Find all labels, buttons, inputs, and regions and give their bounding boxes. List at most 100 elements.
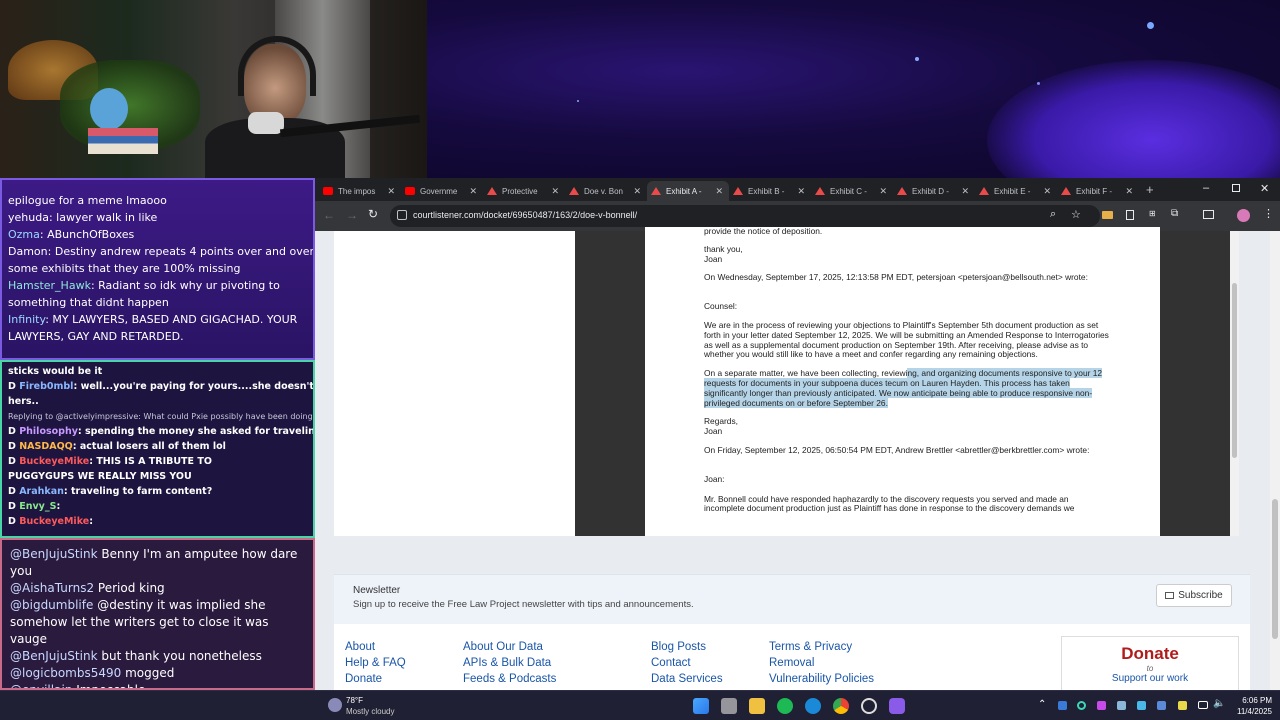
close-tab-icon[interactable]: ✕ [961, 186, 969, 197]
browser-tab[interactable]: Doe v. Bon ✕ [565, 181, 647, 201]
footer-link-help[interactable]: Help & FAQ [345, 657, 406, 669]
subscribe-button[interactable]: Subscribe [1156, 584, 1232, 607]
spotify-icon[interactable] [777, 698, 793, 714]
close-tab-icon[interactable]: ✕ [715, 186, 723, 197]
edge-icon[interactable] [805, 698, 821, 714]
page-scrollbar[interactable] [1270, 231, 1280, 690]
puzzle-icon[interactable]: ⧉ [1171, 208, 1178, 219]
profile-avatar[interactable] [1237, 209, 1250, 222]
close-tab-icon[interactable]: ✕ [1043, 186, 1051, 197]
tray-chevron-icon[interactable]: ⌃ [1038, 699, 1046, 710]
browser-tab[interactable]: Exhibit B - ✕ [729, 181, 811, 201]
sidepanel-icon[interactable] [1203, 210, 1214, 219]
browser-tab[interactable]: Exhibit C - ✕ [811, 181, 893, 201]
donate-title[interactable]: Donate [1062, 644, 1238, 664]
donate-box[interactable]: Donate to Support our work [1061, 636, 1239, 690]
chat-username[interactable]: Arahkan [19, 486, 64, 497]
close-tab-icon[interactable]: ✕ [551, 186, 559, 197]
back-icon[interactable]: ← [323, 208, 335, 222]
zoom-icon[interactable]: ⌕ [1050, 208, 1056, 221]
chat-username[interactable]: Envy_S [19, 501, 56, 512]
scrollbar-thumb[interactable] [1272, 499, 1278, 639]
footer-link-data-services[interactable]: Data Services [651, 673, 723, 685]
site-info-icon[interactable] [397, 210, 407, 220]
tray-icon[interactable] [1137, 701, 1146, 710]
network-icon[interactable] [1198, 701, 1208, 709]
pdf-scrollbar[interactable] [1230, 231, 1239, 536]
start-button-icon[interactable] [693, 698, 709, 714]
volume-icon[interactable]: 🔈 [1213, 698, 1225, 709]
address-bar[interactable]: courtlistener.com/docket/69650487/163/2/… [390, 205, 1100, 227]
browser-tab[interactable]: Exhibit D - ✕ [893, 181, 975, 201]
footer-link-terms[interactable]: Terms & Privacy [769, 641, 874, 653]
new-tab-button[interactable]: + [1146, 182, 1154, 197]
chat-username[interactable]: BuckeyeMike [19, 456, 89, 467]
tray-icon[interactable] [1077, 701, 1086, 710]
browser-tab[interactable]: Governme ✕ [401, 181, 483, 201]
tray-icon[interactable] [1117, 701, 1126, 710]
chat-username[interactable]: NASDAQQ [19, 441, 73, 452]
weather-desc[interactable]: Mostly cloudy [346, 707, 394, 716]
chat-username[interactable]: @AishaTurns2 [10, 581, 94, 595]
clock-date[interactable]: 11/4/2025 [1228, 707, 1272, 716]
footer-link-vulnerability[interactable]: Vulnerability Policies [769, 673, 874, 685]
chat-username[interactable]: Philosophy [19, 426, 78, 437]
tray-icon[interactable] [1058, 701, 1067, 710]
footer-link-about-data[interactable]: About Our Data [463, 641, 556, 653]
weather-icon[interactable] [328, 698, 342, 712]
reload-icon[interactable]: ↻ [368, 207, 378, 221]
close-window-button[interactable]: ✕ [1260, 182, 1269, 195]
clock-time[interactable]: 6:06 PM [1232, 696, 1272, 705]
search-icon[interactable] [721, 698, 737, 714]
url-text[interactable]: courtlistener.com/docket/69650487/163/2/… [413, 210, 637, 220]
weather-temp[interactable]: 78°F [346, 696, 363, 705]
tray-icon[interactable] [1178, 701, 1187, 710]
chrome-icon[interactable] [833, 698, 849, 714]
browser-tab[interactable]: Exhibit A - ✕ [647, 181, 729, 201]
chat-username[interactable]: @envillain [10, 683, 72, 688]
chat-username[interactable]: @BenJujuStink [10, 649, 98, 663]
footer-link-apis[interactable]: APIs & Bulk Data [463, 657, 556, 669]
tray-icon[interactable] [1157, 701, 1166, 710]
minimize-button[interactable]: – [1203, 182, 1209, 194]
file-explorer-icon[interactable] [749, 698, 765, 714]
footer-link-contact[interactable]: Contact [651, 657, 723, 669]
footer-link-blog[interactable]: Blog Posts [651, 641, 723, 653]
chat-username[interactable]: @logicbombs5490 [10, 666, 121, 680]
close-tab-icon[interactable]: ✕ [797, 186, 805, 197]
chat-username[interactable]: yehuda [8, 211, 49, 224]
chat-username[interactable]: BuckeyeMike [19, 516, 89, 527]
close-tab-icon[interactable]: ✕ [879, 186, 887, 197]
chat-username[interactable]: Ozma [8, 228, 40, 241]
chat-username[interactable]: Infinity [8, 313, 45, 326]
extension-icon[interactable]: ⊞ [1149, 209, 1156, 218]
extension-icon[interactable] [1126, 210, 1134, 220]
tray-icon[interactable] [1097, 701, 1106, 710]
chat-username[interactable]: Damon [8, 245, 48, 258]
browser-tab[interactable]: Protective ✕ [483, 181, 565, 201]
browser-tab[interactable]: Exhibit E - ✕ [975, 181, 1057, 201]
obs-icon[interactable] [861, 698, 877, 714]
chat-username[interactable]: @bigdumblife [10, 598, 93, 612]
close-tab-icon[interactable]: ✕ [1125, 186, 1133, 197]
maximize-button[interactable] [1232, 184, 1240, 192]
chat-username[interactable]: Hamster_Hawk [8, 279, 91, 292]
browser-tab[interactable]: The impos ✕ [319, 181, 401, 201]
folder-icon[interactable] [1102, 211, 1113, 219]
menu-icon[interactable]: ⋮ [1263, 207, 1274, 220]
footer-link-removal[interactable]: Removal [769, 657, 874, 669]
footer-link-about[interactable]: About [345, 641, 406, 653]
doc-paragraph[interactable]: On a separate matter, we have been colle… [704, 368, 1110, 408]
footer-link-donate[interactable]: Donate [345, 673, 406, 685]
forward-icon[interactable]: → [346, 208, 358, 222]
close-tab-icon[interactable]: ✕ [469, 186, 477, 197]
chat-username[interactable]: Fireb0mbl [19, 381, 73, 392]
close-tab-icon[interactable]: ✕ [387, 186, 395, 197]
close-tab-icon[interactable]: ✕ [633, 186, 641, 197]
chat-username[interactable]: @BenJujuStink [10, 547, 98, 561]
app-icon[interactable] [889, 698, 905, 714]
scrollbar-thumb[interactable] [1232, 283, 1237, 458]
bookmark-star-icon[interactable]: ☆ [1071, 208, 1081, 221]
browser-tab[interactable]: Exhibit F - ✕ [1057, 181, 1139, 201]
footer-link-feeds[interactable]: Feeds & Podcasts [463, 673, 556, 685]
